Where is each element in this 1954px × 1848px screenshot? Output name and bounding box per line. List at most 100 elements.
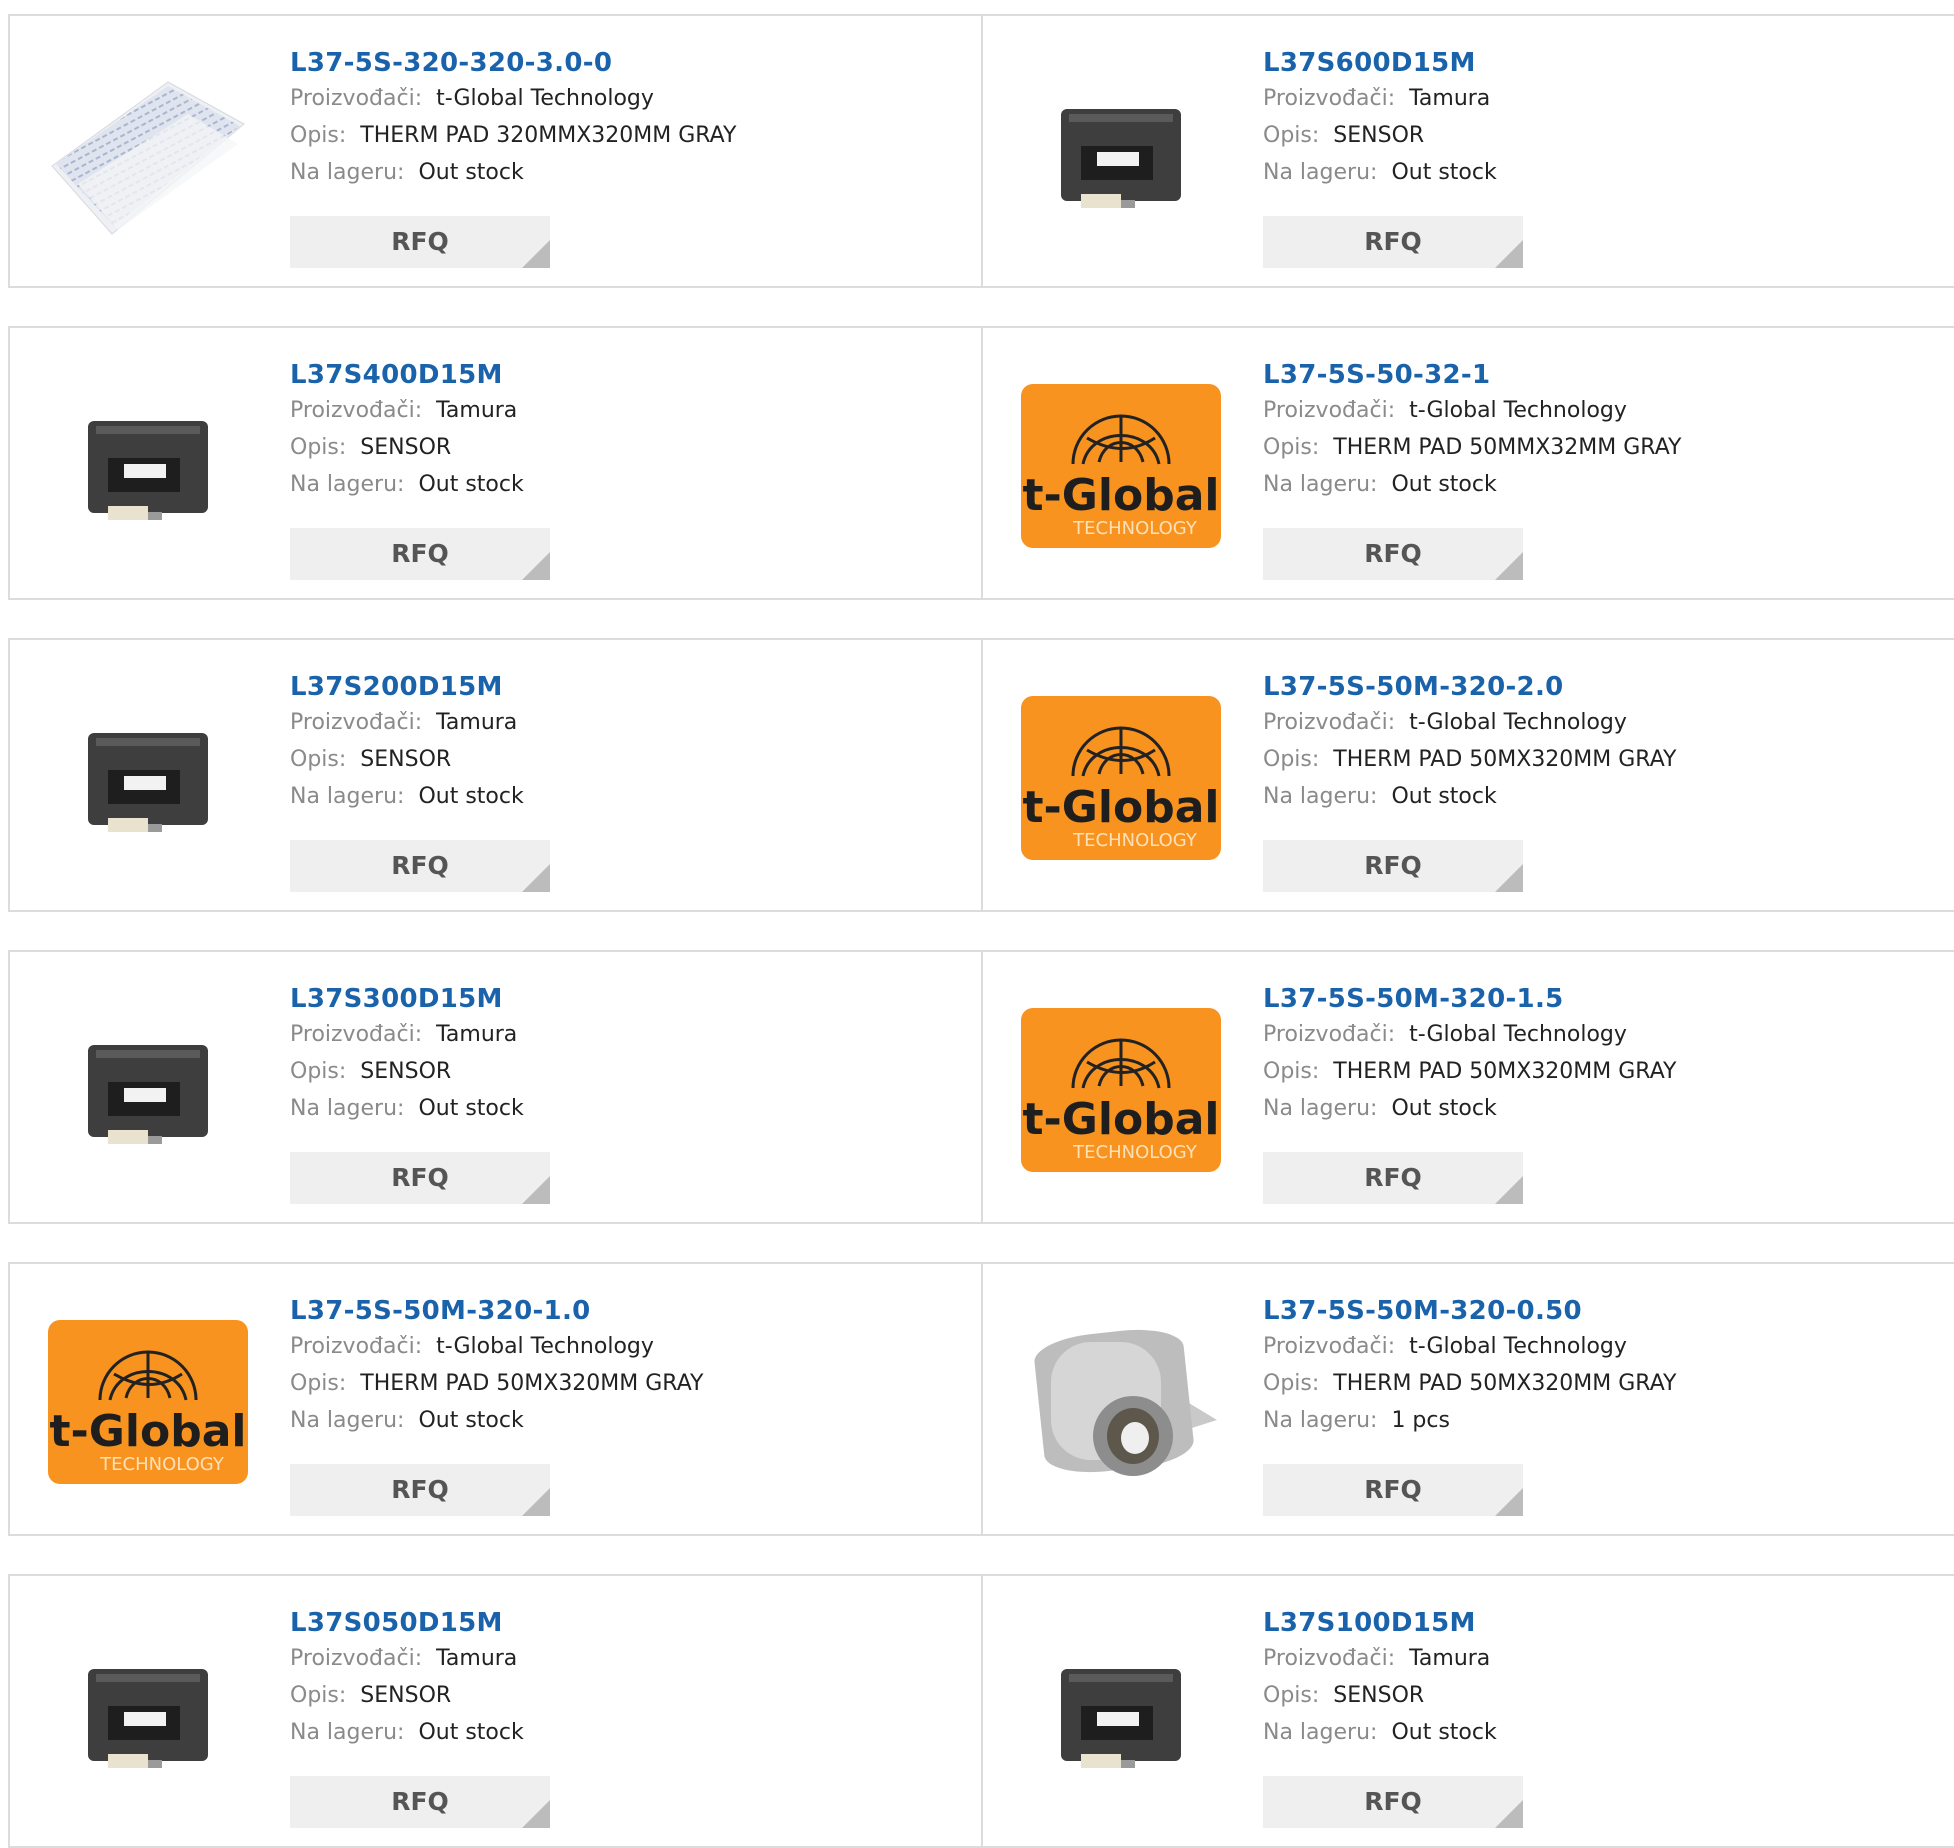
stock-value: Out stock [1391,1096,1497,1121]
svg-text:t-Global: t-Global [50,1406,247,1457]
rfq-label: RFQ [1364,539,1422,568]
rfq-label: RFQ [391,1787,449,1816]
product-image-sensor[interactable] [48,1614,248,1814]
rfq-button[interactable]: RFQ [290,1464,550,1516]
manufacturer-label: Proizvođači: [1263,710,1396,735]
product-row: L37S400D15M Proizvođači: Tamura Opis: SENS… [8,326,1954,600]
product-image-sensor[interactable] [48,990,248,1190]
manufacturer-label: Proizvođači: [290,398,423,423]
product-image-thermal-pad-sheet[interactable] [48,54,248,254]
product-part-link[interactable]: L37-5S-320-320-3.0-0 [290,46,736,80]
manufacturer-value: Tamura [436,710,518,735]
stock-label: Na lageru: [290,1408,405,1433]
description-value: SENSOR [1333,1683,1425,1708]
stock-label: Na lageru: [290,1720,405,1745]
stock-value: Out stock [418,160,524,185]
manufacturer-label: Proizvođači: [290,1646,423,1671]
svg-text:t-Global: t-Global [1023,1094,1220,1145]
product-card: L37S600D15M Proizvođači: Tamura Opis: SENS… [981,16,1954,286]
rfq-button[interactable]: RFQ [1263,1464,1523,1516]
product-image-tglobal-logo[interactable]: t-Global TECHNOLOGY [1021,366,1221,566]
product-row: L37S050D15M Proizvođači: Tamura Opis: SENS… [8,1574,1954,1848]
rfq-button[interactable]: RFQ [1263,840,1523,892]
product-part-link[interactable]: L37S600D15M [1263,46,1497,80]
product-image-sensor[interactable] [48,678,248,878]
stock-label: Na lageru: [1263,1408,1378,1433]
product-row: t-Global TECHNOLOGY L37-5S-50M-320-1.0 P… [8,1262,1954,1536]
sensor-icon [1061,1669,1181,1768]
product-image-sensor[interactable] [1021,1614,1221,1814]
product-part-link[interactable]: L37S300D15M [290,982,524,1016]
description-value: SENSOR [1333,123,1425,148]
tglobal-logo-icon: t-Global TECHNOLOGY [1021,384,1221,548]
manufacturer-label: Proizvođači: [290,1334,423,1359]
product-part-link[interactable]: L37-5S-50M-320-2.0 [1263,670,1676,704]
product-card: t-Global TECHNOLOGY L37-5S-50M-320-2.0 P… [981,640,1954,910]
rfq-button[interactable]: RFQ [290,528,550,580]
stock-value: 1 pcs [1391,1408,1450,1433]
svg-text:t-Global: t-Global [1023,470,1220,521]
rfq-button[interactable]: RFQ [290,840,550,892]
stock-label: Na lageru: [290,160,405,185]
rfq-label: RFQ [1364,1475,1422,1504]
rfq-button[interactable]: RFQ [1263,1776,1523,1828]
manufacturer-label: Proizvođači: [290,86,423,111]
description-label: Opis: [1263,747,1320,772]
product-image-tglobal-logo[interactable]: t-Global TECHNOLOGY [48,1302,248,1502]
product-card: L37-5S-320-320-3.0-0 Proizvođači: t-Globa… [10,16,981,286]
description-value: SENSOR [360,747,452,772]
product-image-tglobal-logo[interactable]: t-Global TECHNOLOGY [1021,678,1221,878]
tglobal-logo-icon: t-Global TECHNOLOGY [48,1320,248,1484]
manufacturer-value: Tamura [436,1022,518,1047]
description-label: Opis: [290,1059,347,1084]
product-card: t-Global TECHNOLOGY L37-5S-50M-320-1.0 P… [10,1264,981,1534]
manufacturer-value: Tamura [436,398,518,423]
sensor-icon [88,1669,208,1768]
manufacturer-label: Proizvođači: [1263,86,1396,111]
product-image-sensor[interactable] [48,366,248,566]
rfq-label: RFQ [1364,851,1422,880]
rfq-label: RFQ [391,851,449,880]
rfq-button[interactable]: RFQ [290,1776,550,1828]
rfq-label: RFQ [391,1163,449,1192]
description-label: Opis: [1263,435,1320,460]
corner-triangle-icon [1495,1800,1523,1828]
product-part-link[interactable]: L37S050D15M [290,1606,524,1640]
product-part-link[interactable]: L37-5S-50-32-1 [1263,358,1681,392]
product-part-link[interactable]: L37S200D15M [290,670,524,704]
product-image-film-roll[interactable] [1021,1302,1221,1502]
stock-label: Na lageru: [1263,472,1378,497]
manufacturer-value: t-Global Technology [436,1334,654,1359]
stock-value: Out stock [418,472,524,497]
product-image-tglobal-logo[interactable]: t-Global TECHNOLOGY [1021,990,1221,1190]
product-part-link[interactable]: L37S100D15M [1263,1606,1497,1640]
rfq-label: RFQ [1364,1163,1422,1192]
rfq-button[interactable]: RFQ [290,1152,550,1204]
rfq-button[interactable]: RFQ [1263,1152,1523,1204]
stock-value: Out stock [1391,1720,1497,1745]
description-label: Opis: [1263,1059,1320,1084]
description-value: SENSOR [360,1059,452,1084]
corner-triangle-icon [1495,552,1523,580]
product-card: t-Global TECHNOLOGY L37-5S-50M-320-1.5 P… [981,952,1954,1222]
product-part-link[interactable]: L37-5S-50M-320-0.50 [1263,1294,1676,1328]
stock-label: Na lageru: [1263,1096,1378,1121]
product-part-link[interactable]: L37S400D15M [290,358,524,392]
manufacturer-value: t-Global Technology [1409,398,1627,423]
product-card: L37S050D15M Proizvođači: Tamura Opis: SENS… [10,1576,981,1846]
sensor-icon [1061,109,1181,208]
product-grid: L37-5S-320-320-3.0-0 Proizvođači: t-Globa… [0,0,1954,1848]
product-row: L37S200D15M Proizvođači: Tamura Opis: SENS… [8,638,1954,912]
product-image-sensor[interactable] [1021,54,1221,254]
description-label: Opis: [1263,1371,1320,1396]
rfq-button[interactable]: RFQ [1263,528,1523,580]
product-part-link[interactable]: L37-5S-50M-320-1.0 [290,1294,703,1328]
rfq-label: RFQ [1364,227,1422,256]
product-part-link[interactable]: L37-5S-50M-320-1.5 [1263,982,1676,1016]
manufacturer-value: t-Global Technology [1409,1334,1627,1359]
rfq-button[interactable]: RFQ [290,216,550,268]
rfq-button[interactable]: RFQ [1263,216,1523,268]
corner-triangle-icon [1495,1176,1523,1204]
rfq-label: RFQ [391,539,449,568]
product-row: L37-5S-320-320-3.0-0 Proizvođači: t-Globa… [8,14,1954,288]
